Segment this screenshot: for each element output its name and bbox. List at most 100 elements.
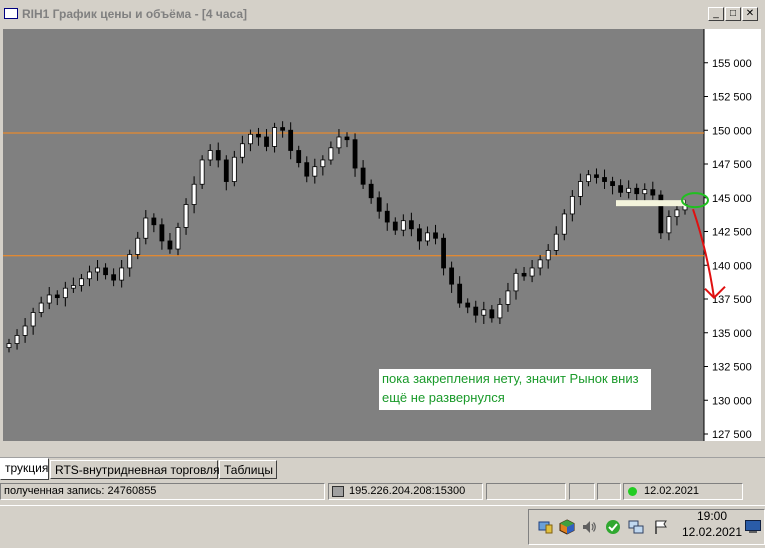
- candle-body: [368, 183, 374, 199]
- candle-body: [473, 306, 479, 316]
- candle-body: [586, 174, 591, 182]
- candle-body: [392, 221, 398, 231]
- candle-body: [264, 136, 269, 147]
- server-address: 195.226.204.208:15300: [349, 485, 466, 497]
- candle-body: [417, 228, 422, 242]
- connection-status: 12.02.2021: [623, 483, 743, 500]
- candle-body: [207, 150, 213, 161]
- candle-body: [151, 217, 157, 226]
- candle-body: [561, 213, 567, 235]
- candle-body: [14, 335, 20, 344]
- candle-body: [183, 204, 189, 228]
- candle-body: [280, 127, 286, 131]
- title-bar: RIH1 График цены и объёма - [4 часа] _ □…: [0, 4, 765, 24]
- candle-body: [505, 290, 511, 305]
- minimize-button[interactable]: _: [708, 7, 724, 21]
- candle-body: [175, 227, 181, 250]
- candle-body: [537, 259, 543, 269]
- app-window-icon: [4, 8, 18, 19]
- candle-body: [344, 136, 350, 141]
- tab-rts-intraday[interactable]: RTS-внутридневная торговля: [50, 460, 220, 479]
- candle-body: [199, 159, 205, 185]
- tab-instruction[interactable]: трукция: [0, 458, 49, 480]
- y-tick-label: 137 500: [712, 294, 752, 306]
- candle-body: [54, 294, 60, 299]
- candle-body: [87, 271, 92, 280]
- status-bar: полученная запись: 24760855 195.226.204.…: [0, 481, 765, 502]
- candle-body: [143, 217, 149, 239]
- resistance-marker: [616, 200, 685, 207]
- show-desktop-icon[interactable]: [745, 520, 761, 534]
- candle-body: [95, 267, 100, 273]
- candle-body: [674, 209, 680, 218]
- connection-date: 12.02.2021: [644, 485, 700, 497]
- close-button[interactable]: ✕: [742, 7, 758, 21]
- y-tick-label: 142 500: [712, 227, 752, 239]
- candle-body: [127, 254, 133, 269]
- candle-body: [111, 274, 117, 281]
- candle-body: [650, 189, 656, 196]
- taskbar: [0, 505, 765, 548]
- candle-body: [272, 127, 277, 147]
- candle-body: [489, 309, 495, 319]
- maximize-button[interactable]: □: [725, 7, 741, 21]
- tab-tables[interactable]: Таблицы: [219, 460, 277, 479]
- candle-body: [22, 325, 28, 336]
- candle-body: [79, 278, 84, 286]
- candle-body: [248, 133, 253, 145]
- candle-body: [618, 185, 624, 193]
- chart-annotation: пока закрепления нету, значит Рынок вниз…: [379, 369, 651, 410]
- records-status: полученная запись: 24760855: [0, 483, 325, 500]
- clock-time[interactable]: 19:00: [684, 509, 740, 523]
- candle-body: [497, 303, 503, 319]
- candle-body: [529, 267, 535, 277]
- monitor-icon[interactable]: [537, 519, 553, 535]
- network-icon: [332, 486, 344, 497]
- y-tick-label: 152 500: [712, 92, 752, 104]
- candle-body: [594, 174, 599, 178]
- status-empty-3: [597, 483, 621, 500]
- candle-body: [634, 187, 640, 195]
- y-tick-label: 132 500: [712, 362, 752, 374]
- candle-body: [441, 237, 446, 269]
- y-tick-label: 150 000: [712, 125, 752, 137]
- window-title: RIH1 График цены и объёма - [4 часа]: [22, 7, 248, 21]
- candle-body: [545, 249, 551, 261]
- candle-body: [465, 302, 471, 308]
- candle-body: [569, 195, 575, 215]
- server-status: 195.226.204.208:15300: [328, 483, 483, 500]
- candle-body: [457, 283, 463, 304]
- candle-body: [296, 150, 302, 164]
- candle-body: [167, 240, 173, 250]
- candle-body: [400, 220, 406, 231]
- candle-body: [223, 159, 229, 182]
- candle-body: [352, 139, 358, 169]
- speaker-icon[interactable]: [581, 519, 597, 535]
- candle-body: [70, 285, 76, 289]
- candle-body: [191, 183, 197, 205]
- cube-app-icon[interactable]: [559, 519, 575, 535]
- flag-icon[interactable]: [653, 519, 669, 535]
- candle-body: [602, 177, 607, 182]
- candle-body: [384, 210, 390, 223]
- status-empty-1: [486, 483, 566, 500]
- candle-body: [62, 287, 68, 299]
- candle-body: [336, 136, 342, 149]
- y-tick-label: 140 000: [712, 260, 752, 272]
- status-empty-2: [569, 483, 595, 500]
- candle-body: [642, 189, 648, 195]
- candle-body: [119, 267, 125, 281]
- candle-body: [304, 162, 310, 177]
- y-tick-label: 127 500: [712, 429, 752, 441]
- candle-body: [513, 272, 519, 292]
- candle-body: [38, 302, 44, 313]
- candle-body: [256, 133, 261, 138]
- clock-date[interactable]: 12.02.2021: [680, 525, 744, 539]
- checkmark-icon[interactable]: [605, 519, 621, 535]
- candle-body: [46, 294, 52, 304]
- network-tray-icon[interactable]: [628, 519, 644, 535]
- candle-body: [239, 143, 245, 158]
- workspace-tabs: трукция RTS-внутридневная торговля Табли…: [0, 457, 765, 482]
- candle-body: [231, 156, 237, 182]
- y-tick-label: 135 000: [712, 328, 752, 340]
